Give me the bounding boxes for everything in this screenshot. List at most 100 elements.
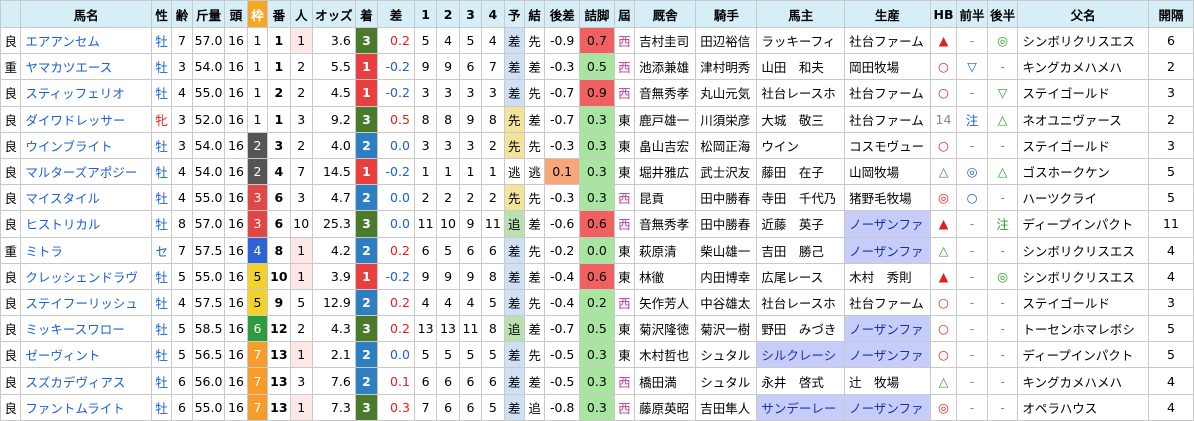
- cell-weight: 57.0: [191, 26, 226, 55]
- cell-horse-name[interactable]: ファントムライト: [20, 393, 152, 421]
- column-header-22[interactable]: 騎手: [695, 0, 758, 28]
- column-header-17[interactable]: 結: [523, 0, 546, 28]
- cell-odds: 7.3: [311, 393, 356, 421]
- cell-field-size: 16: [224, 236, 248, 264]
- cell-waku: 1: [246, 105, 269, 133]
- table-row[interactable]: 良スズカデヴィアス牡 6 56.0 16 7 13 3 7.6 2 0.1 6 6 6 6 差差 -0.5 0.…: [0, 367, 1194, 395]
- table-row[interactable]: 良スティッフェリオ牡 4 55.0 16 1 2 2 4.5 1 -0.2 3 3 3 3 差先 -0.7 0.…: [0, 79, 1194, 107]
- table-row[interactable]: 良ゼーヴィント牡 5 56.5 16 7 13 1 2.1 2 0.0 5 5 5 5 差先 -0.5 0.3 東…: [0, 341, 1194, 369]
- table-row[interactable]: 良ファントムライト牡 6 55.0 16 7 13 1 7.3 3 0.3 7 6 6 5 差追 -0.8 0.…: [0, 393, 1194, 421]
- column-header-5[interactable]: 頭: [224, 0, 248, 28]
- cell-baba: 良: [0, 210, 22, 238]
- column-header-21[interactable]: 厩舎: [634, 0, 697, 28]
- cell-horse-name[interactable]: ミトラ: [20, 236, 152, 264]
- cell-horse-name[interactable]: スズカデヴィアス: [20, 367, 152, 395]
- cell-hb: △: [929, 236, 958, 264]
- column-header-12[interactable]: 1: [413, 0, 438, 28]
- cell-age: 6: [171, 393, 193, 421]
- cell-horse-name[interactable]: ウインブライト: [20, 131, 152, 159]
- cell-baba: 良: [0, 262, 22, 290]
- column-header-3[interactable]: 齢: [171, 0, 193, 28]
- column-header-13[interactable]: 2: [436, 0, 460, 28]
- table-row[interactable]: 良エアアンセム牡 7 57.0 16 1 1 1 3.6 3 0.2 5 4 5 4 差先 -0.9 0.7 西吉…: [0, 26, 1194, 55]
- column-header-18[interactable]: 後差: [544, 0, 581, 28]
- column-header-1[interactable]: 馬名: [20, 0, 152, 28]
- column-header-7[interactable]: 番: [267, 0, 291, 28]
- table-row[interactable]: 良ウインブライト牡 3 54.0 16 2 3 2 4.0 2 0.0 3 3 3 2 先先 -0.3 0.3 東…: [0, 131, 1194, 159]
- column-header-28[interactable]: 父名: [1017, 0, 1149, 28]
- cell-horse-name[interactable]: マイスタイル: [20, 184, 152, 212]
- column-header-20[interactable]: 屆: [613, 0, 636, 28]
- table-row[interactable]: 重ヤマカツエース牡 3 54.0 16 1 1 2 5.5 1 -0.2 9 9 6 7 差差 -0.3 0.5…: [0, 53, 1194, 81]
- table-row[interactable]: 良ヒストリカル牡 8 57.0 16 3 6 10 25.3 3 0.0 11 10 9 11 追差 -0.6…: [0, 210, 1194, 238]
- column-header-27[interactable]: 後半: [986, 0, 1019, 28]
- column-header-2[interactable]: 性: [150, 0, 173, 28]
- cell-corner-3: 6: [458, 53, 483, 81]
- cell-baba: 重: [0, 236, 22, 264]
- cell-waku: 2: [246, 131, 269, 159]
- cell-owner: 吉田 勝己: [756, 236, 846, 264]
- cell-horse-name[interactable]: ミッキースワロー: [20, 315, 152, 343]
- column-header-9[interactable]: オッズ: [311, 0, 356, 28]
- column-header-6[interactable]: 枠: [246, 0, 269, 28]
- cell-region: 西: [613, 184, 636, 212]
- column-header-16[interactable]: 予: [503, 0, 525, 28]
- cell-trainer: 音無秀孝: [634, 210, 697, 238]
- cell-weight: 54.0: [191, 157, 226, 186]
- cell-popularity: 3: [289, 105, 313, 133]
- cell-horse-name[interactable]: ゼーヴィント: [20, 341, 152, 369]
- cell-horse-name[interactable]: ダイワドレッサー: [20, 105, 152, 133]
- cell-predicted-style: 先: [503, 131, 525, 159]
- cell-finish: 2: [354, 184, 379, 212]
- cell-baba: 良: [0, 184, 22, 212]
- cell-late-diff: -0.5: [544, 367, 581, 395]
- column-header-4[interactable]: 斤量: [191, 0, 226, 28]
- cell-waku: 1: [246, 79, 269, 107]
- column-header-10[interactable]: 着: [354, 0, 379, 28]
- column-header-14[interactable]: 3: [458, 0, 483, 28]
- cell-late-diff: -0.3: [544, 131, 581, 159]
- table-row[interactable]: 良ステイフーリッシュ牡 4 57.5 16 5 9 5 12.9 2 0.2 4 4 4 5 差先 -0.4 0…: [0, 288, 1194, 317]
- cell-owner: 野田 みづき: [756, 315, 846, 343]
- cell-horse-name[interactable]: スティッフェリオ: [20, 79, 152, 107]
- column-header-25[interactable]: HB: [929, 0, 958, 28]
- column-header-29[interactable]: 開隔: [1147, 0, 1194, 28]
- cell-field-size: 16: [224, 262, 248, 290]
- cell-breeder: 社台ファーム: [844, 288, 931, 317]
- table-row[interactable]: 良マルターズアポジー牡 4 54.0 16 2 4 7 14.5 1 -0.2 1 1 1 1 逃逃 0.1 0…: [0, 157, 1194, 186]
- cell-corner-2: 6: [436, 393, 460, 421]
- table-row[interactable]: 良ミッキースワロー牡 5 58.5 16 6 12 2 4.3 3 0.2 13 13 11 8 追差 -0.…: [0, 315, 1194, 343]
- table-row[interactable]: 良ダイワドレッサー牝 3 52.0 16 1 1 3 9.2 3 0.5 8 8 9 8 先差 -0.7 0.3…: [0, 105, 1194, 133]
- cell-second-half: △: [986, 105, 1019, 133]
- cell-horse-name[interactable]: クレッシェンドラヴ: [20, 262, 152, 290]
- column-header-26[interactable]: 前半: [956, 0, 988, 28]
- column-header-23[interactable]: 馬主: [756, 0, 846, 28]
- cell-corner-2: 9: [436, 53, 460, 81]
- column-header-15[interactable]: 4: [481, 0, 505, 28]
- cell-horse-name[interactable]: ステイフーリッシュ: [20, 288, 152, 317]
- column-header-24[interactable]: 生産: [844, 0, 931, 28]
- cell-odds: 7.6: [311, 367, 356, 395]
- cell-result-style: 先: [523, 236, 546, 264]
- cell-late-diff: -0.6: [544, 210, 581, 238]
- table-row[interactable]: 重ミトラセ 7 57.5 16 4 8 1 4.2 2 0.2 6 5 6 6 差先 -0.2 0.0 東萩原清柴…: [0, 236, 1194, 264]
- cell-corner-3: 3: [458, 131, 483, 159]
- column-header-11[interactable]: 差: [377, 0, 415, 28]
- cell-margin: -0.2: [377, 53, 415, 81]
- table-row[interactable]: 良クレッシェンドラヴ牡 5 55.0 16 5 10 1 3.9 1 -0.2 9 9 9 8 差差 -0.4…: [0, 262, 1194, 290]
- cell-horse-name[interactable]: マルターズアポジー: [20, 157, 152, 186]
- cell-horse-name[interactable]: エアアンセム: [20, 26, 152, 55]
- column-header-19[interactable]: 詰脚: [579, 0, 615, 28]
- cell-closing: 0.6: [579, 210, 615, 238]
- column-header-8[interactable]: 人: [289, 0, 313, 28]
- cell-horse-name[interactable]: ヒストリカル: [20, 210, 152, 238]
- cell-interval: 5: [1147, 315, 1194, 343]
- column-header-0[interactable]: [0, 0, 22, 28]
- cell-jockey: 松岡正海: [695, 131, 758, 159]
- cell-sire: ゴスホークケン: [1017, 157, 1149, 186]
- cell-corner-2: 5: [436, 341, 460, 369]
- table-row[interactable]: 良マイスタイル牡 4 55.0 16 3 6 3 4.7 2 0.0 2 2 2 2 先先 -0.3 0.3 西昆…: [0, 184, 1194, 212]
- cell-closing: 0.3: [579, 184, 615, 212]
- cell-sire: ステイゴールド: [1017, 79, 1149, 107]
- cell-horse-name[interactable]: ヤマカツエース: [20, 53, 152, 81]
